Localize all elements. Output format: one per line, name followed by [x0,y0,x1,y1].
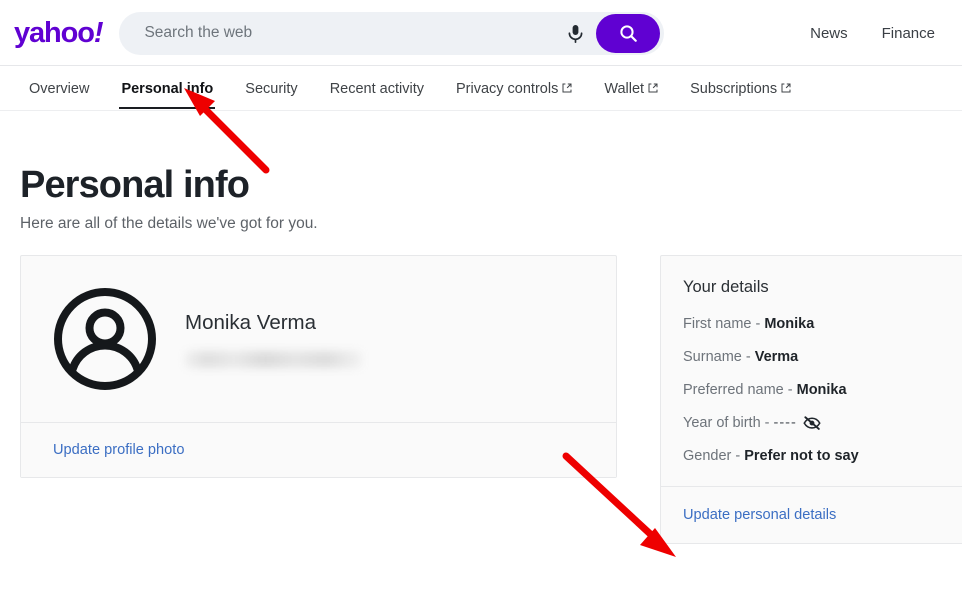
yahoo-logo-text: yahoo [14,16,95,49]
detail-label: Surname - [683,349,751,366]
yahoo-logo[interactable]: yahoo! [14,16,104,49]
page-title: Personal info [20,164,250,206]
search-input[interactable] [144,11,559,55]
header-link-finance[interactable]: Finance [882,25,935,42]
detail-value: ---- [773,415,797,432]
tab-personal-info[interactable]: Personal info [105,67,229,111]
search-bar[interactable] [119,11,665,55]
detail-value: Monika [764,316,815,333]
profile-identity: Monika Verma [185,311,362,368]
detail-value: Verma [754,349,799,366]
detail-value: Monika [796,382,847,399]
tab-overview[interactable]: Overview [13,67,105,111]
tab-wallet[interactable]: Wallet [588,67,674,111]
user-avatar-icon [53,287,157,391]
detail-label: Year of birth - [683,415,770,432]
detail-row-year-of-birth: Year of birth - ---- [683,415,962,431]
profile-card-body: Monika Verma [21,256,616,424]
eye-off-icon[interactable] [803,416,821,430]
your-details-card: Your details First name - Monika Surname… [660,255,962,545]
your-details-title: Your details [683,278,769,297]
external-link-icon [781,81,791,92]
profile-card-footer: Update profile photo [21,423,616,478]
header-link-news[interactable]: News [810,25,848,42]
update-personal-details-link[interactable]: Update personal details [683,507,836,523]
browser-page: yahoo! News Finance [0,0,962,607]
tab-subscriptions[interactable]: Subscriptions [674,67,807,111]
detail-label: Gender - [683,448,741,465]
content-columns: Monika Verma Update profile photo Your d… [20,255,962,545]
tab-privacy-controls-label: Privacy controls [455,80,559,97]
search-button[interactable] [596,13,661,53]
update-profile-photo-link[interactable]: Update profile photo [53,442,184,458]
search-icon [620,24,637,42]
main-content: Personal info Here are all of the detail… [0,164,962,545]
yahoo-logo-exclamation: ! [93,16,104,49]
tab-security[interactable]: Security [229,67,313,111]
external-link-icon [562,81,572,92]
detail-label: First name - [683,316,761,333]
tab-recent-activity[interactable]: Recent activity [314,67,440,111]
account-nav-tabs: Overview Personal info Security Recent a… [0,66,962,111]
tab-subscriptions-label: Subscriptions [690,80,778,97]
profile-email-redacted [185,350,362,368]
detail-row-surname: Surname - Verma [683,349,962,365]
tab-wallet-label: Wallet [604,80,645,97]
detail-value: Prefer not to say [744,448,859,465]
detail-row-gender: Gender - Prefer not to say [683,448,962,464]
detail-row-first-name: First name - Monika [683,316,962,332]
your-details-body: Your details First name - Monika Surname… [661,256,962,488]
site-header: yahoo! News Finance [0,0,962,66]
detail-row-preferred-name: Preferred name - Monika [683,382,962,398]
tab-recent-activity-label: Recent activity [329,80,424,97]
profile-name: Monika Verma [185,310,317,334]
your-details-footer: Update personal details [661,487,962,543]
header-links: News Finance [810,25,962,42]
page-subtitle: Here are all of the details we've got fo… [20,215,318,233]
detail-label: Preferred name - [683,382,793,399]
profile-card: Monika Verma Update profile photo [20,255,617,479]
external-link-icon [648,81,658,92]
tab-privacy-controls[interactable]: Privacy controls [440,67,588,111]
tab-overview-label: Overview [29,80,90,97]
tab-security-label: Security [245,80,298,97]
microphone-icon[interactable] [558,16,592,50]
tab-personal-info-label: Personal info [121,80,214,97]
